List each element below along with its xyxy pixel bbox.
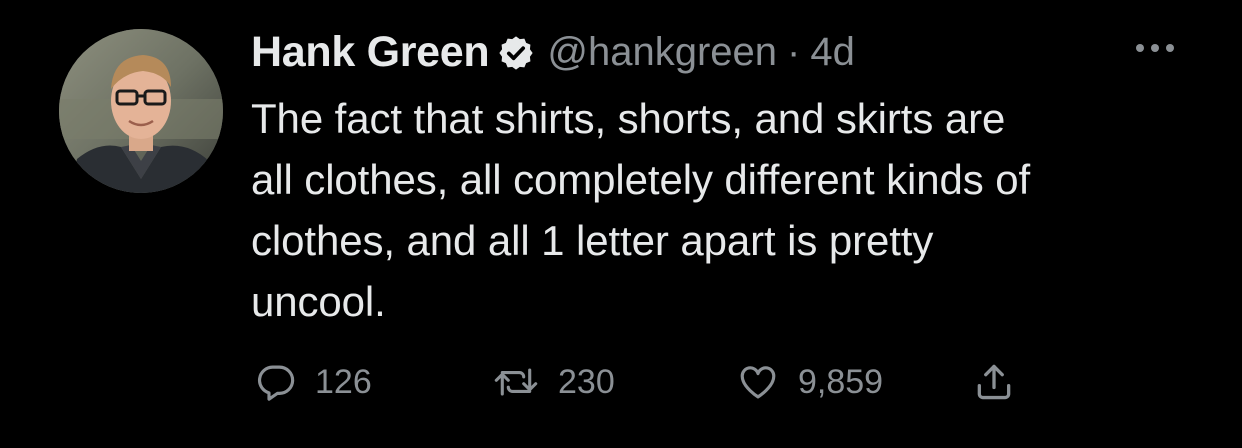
reply-button[interactable]: 126	[255, 354, 372, 410]
like-count: 9,859	[798, 362, 884, 401]
author-handle[interactable]: @hankgreen	[547, 30, 777, 75]
reply-count: 126	[315, 362, 372, 401]
more-options-icon	[1136, 44, 1174, 52]
reply-icon	[257, 365, 295, 401]
tweet[interactable]: Hank Green @hankgreen · 4d The fact that…	[0, 0, 1242, 448]
verified-badge-icon	[499, 36, 533, 70]
tweet-timestamp[interactable]: 4d	[810, 30, 855, 75]
heart-icon	[740, 366, 776, 399]
retweet-count: 230	[558, 362, 615, 401]
retweet-button[interactable]: 230	[492, 354, 615, 410]
avatar-image	[59, 29, 223, 193]
avatar[interactable]	[59, 29, 223, 193]
like-button[interactable]: 9,859	[736, 354, 883, 410]
tweet-header: Hank Green @hankgreen · 4d	[251, 24, 855, 80]
more-options-button[interactable]	[1130, 30, 1180, 66]
author-name[interactable]: Hank Green	[251, 28, 490, 77]
share-icon	[977, 364, 1011, 400]
retweet-icon	[494, 368, 538, 396]
header-separator: ·	[787, 29, 801, 74]
share-button[interactable]	[972, 354, 1016, 410]
tweet-text: The fact that shirts, shorts, and skirts…	[251, 95, 1031, 325]
